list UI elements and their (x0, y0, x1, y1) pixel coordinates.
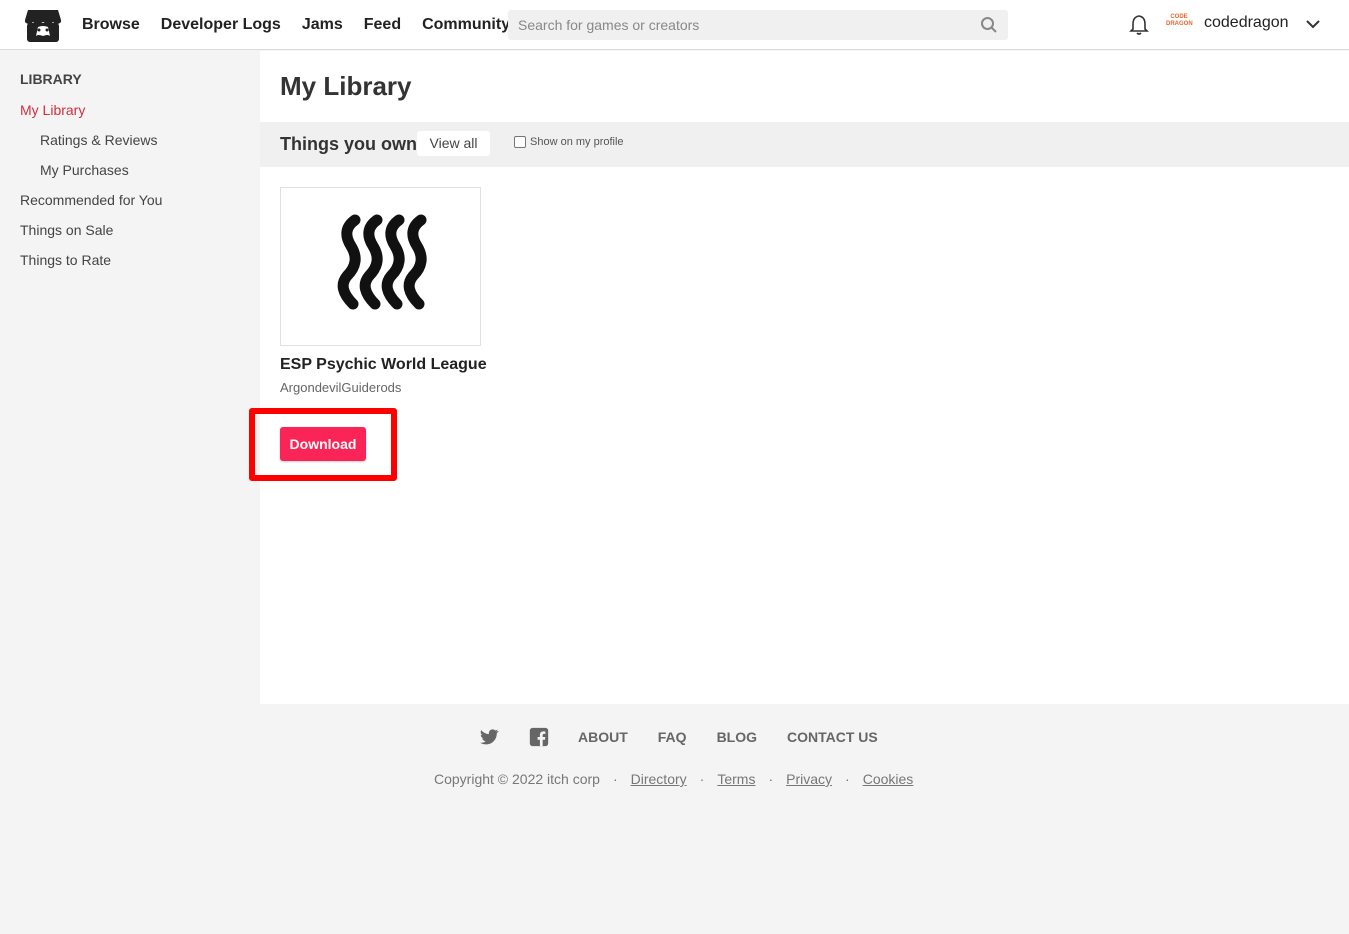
game-title[interactable]: ESP Psychic World League (280, 356, 487, 374)
nav-jams[interactable]: Jams (302, 16, 343, 34)
footer-blog-link[interactable]: BLOG (717, 729, 757, 745)
page-title: My Library (280, 71, 412, 101)
username[interactable]: codedragon (1204, 14, 1289, 32)
separator-dot: · (612, 771, 618, 787)
show-on-profile-toggle[interactable]: Show on my profile (514, 136, 624, 148)
footer-contact-link[interactable]: CONTACT US (787, 729, 878, 745)
game-thumbnail[interactable] (280, 187, 481, 346)
sidebar-item-my-library[interactable]: My Library (20, 102, 85, 118)
nav-browse[interactable]: Browse (82, 16, 140, 34)
download-button[interactable]: Download (280, 427, 366, 461)
separator-dot: · (768, 771, 774, 787)
show-on-profile-checkbox[interactable] (514, 136, 526, 148)
steam-waves-icon (337, 214, 427, 310)
footer-cookies-link[interactable]: Cookies (863, 771, 914, 787)
sidebar-item-things-to-rate[interactable]: Things to Rate (20, 252, 111, 268)
things-you-own-bar: Things you own View all Show on my profi… (260, 122, 1349, 167)
main-content: My Library Things you own View all Show … (249, 51, 1349, 704)
separator-dot: · (699, 771, 705, 787)
chevron-down-icon[interactable] (1305, 17, 1321, 31)
search-icon[interactable] (980, 16, 998, 34)
avatar[interactable]: CODE DRAGON (1166, 14, 1193, 36)
footer-terms-link[interactable]: Terms (717, 771, 755, 787)
twitter-icon[interactable] (478, 726, 500, 748)
view-all-button[interactable]: View all (417, 131, 490, 156)
footer-directory-link[interactable]: Directory (631, 771, 687, 787)
facebook-icon[interactable] (528, 726, 550, 748)
itch-logo-icon[interactable] (24, 6, 62, 44)
nav-community[interactable]: Community (422, 16, 510, 34)
show-on-profile-label: Show on my profile (530, 136, 624, 148)
nav-developer-logs[interactable]: Developer Logs (161, 16, 281, 34)
sidebar-item-things-on-sale[interactable]: Things on Sale (20, 222, 113, 238)
footer-copyright: Copyright © 2022 itch corp · Directory ·… (434, 771, 913, 787)
section-title: Things you own (280, 134, 417, 154)
search-input[interactable] (508, 10, 968, 40)
footer-about-link[interactable]: ABOUT (578, 729, 628, 745)
game-author[interactable]: ArgondevilGuiderods (280, 380, 401, 395)
top-header: Browse Developer Logs Jams Feed Communit… (0, 0, 1349, 50)
separator-dot: · (845, 771, 850, 787)
sidebar-item-my-purchases[interactable]: My Purchases (40, 162, 129, 178)
copyright-text: Copyright © 2022 itch corp (434, 771, 600, 787)
sidebar-item-ratings-reviews[interactable]: Ratings & Reviews (40, 132, 158, 148)
nav-feed[interactable]: Feed (364, 16, 401, 34)
footer-faq-link[interactable]: FAQ (658, 729, 687, 745)
sidebar-heading: LIBRARY (20, 71, 82, 87)
sidebar-item-recommended[interactable]: Recommended for You (20, 192, 162, 208)
search-box (508, 10, 1008, 40)
footer-privacy-link[interactable]: Privacy (786, 771, 832, 787)
footer-links: ABOUT FAQ BLOG CONTACT US (478, 726, 908, 748)
notifications-bell-icon[interactable] (1129, 14, 1149, 36)
main-nav: Browse Developer Logs Jams Feed Communit… (82, 0, 531, 50)
